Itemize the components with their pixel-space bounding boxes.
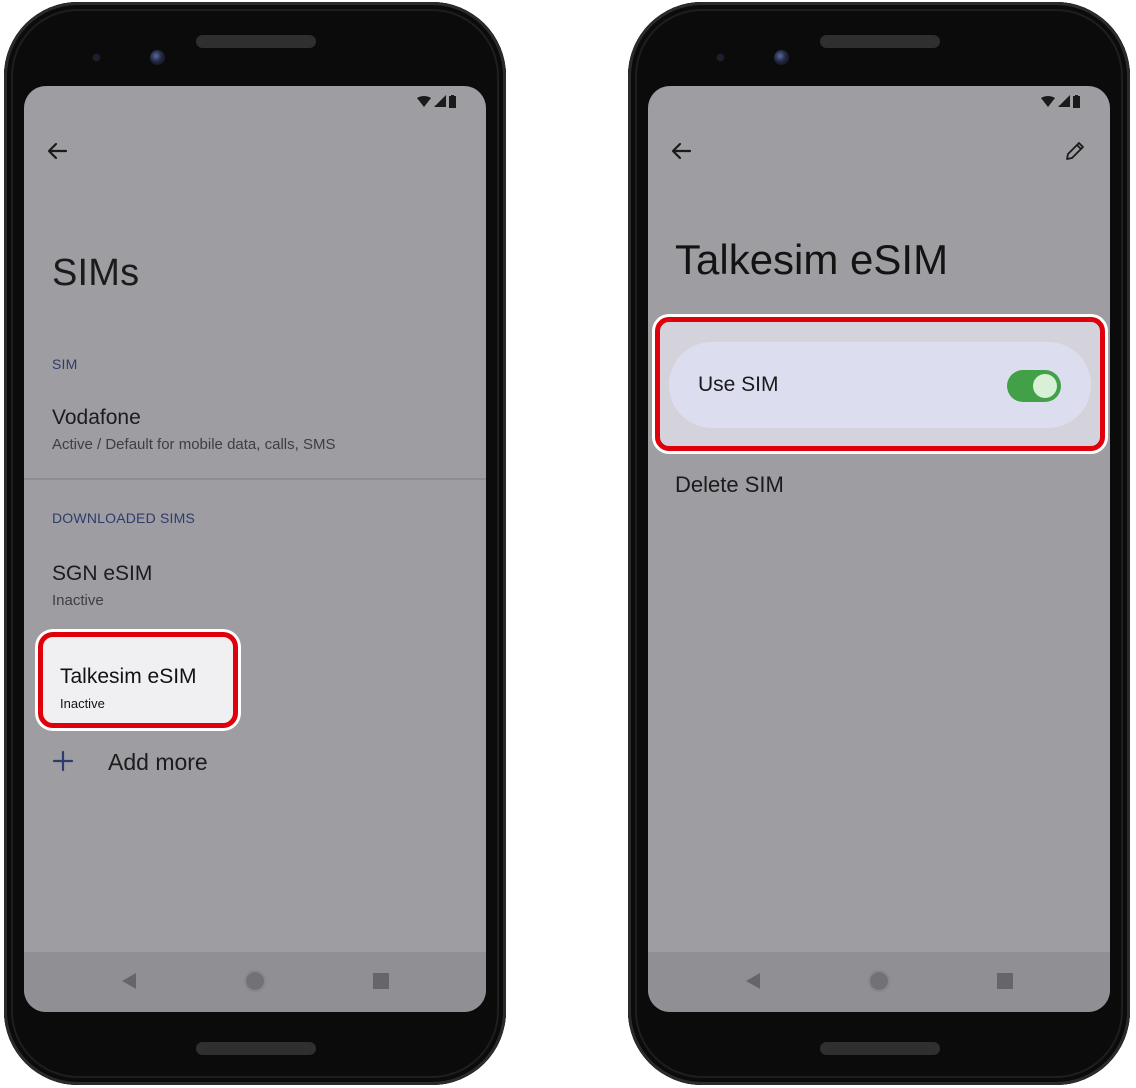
page-title: Talkesim eSIM [675, 236, 949, 283]
bottom-speaker [820, 1042, 940, 1055]
sim-item-status: Inactive [52, 592, 104, 609]
toggle-knob [1033, 374, 1057, 398]
nav-recents-icon[interactable] [997, 973, 1013, 989]
sim-item-vodafone[interactable]: Vodafone Active / Default for mobile dat… [52, 406, 335, 453]
nav-home-icon[interactable] [868, 970, 890, 992]
sim-item-title: SGN eSIM [52, 562, 153, 585]
front-camera [150, 50, 165, 65]
pencil-icon[interactable] [1064, 140, 1086, 162]
earpiece-speaker [820, 35, 940, 48]
nav-back-icon[interactable] [120, 972, 138, 990]
signal-icon [1058, 95, 1070, 107]
delete-sim-button[interactable]: Delete SIM [675, 472, 784, 498]
use-sim-highlight: Use SIM [655, 317, 1105, 451]
sim-item-status: Active / Default for mobile data, calls,… [52, 436, 336, 453]
section-header-sim: SIM [52, 356, 78, 372]
screen-sim-detail: Talkesim eSIM Use SIM Delete SIM [648, 86, 1110, 1012]
add-more-button[interactable]: Add more [52, 746, 252, 780]
nav-back-icon[interactable] [744, 972, 762, 990]
add-more-label: Add more [108, 749, 208, 775]
signal-icon [434, 95, 446, 107]
sim-item-sgn-esim[interactable]: SGN eSIM Inactive [52, 562, 152, 609]
phone-left: SIMs SIM Vodafone Active / Default for m… [4, 2, 506, 1085]
use-sim-label: Use SIM [698, 373, 779, 396]
front-sensor [93, 54, 100, 61]
plus-icon [52, 750, 74, 772]
front-camera [774, 50, 789, 65]
section-header-downloaded: DOWNLOADED SIMS [52, 510, 196, 526]
sim-item-status: Inactive [60, 696, 105, 711]
divider [24, 478, 486, 480]
earpiece-speaker [196, 35, 316, 48]
use-sim-toggle[interactable] [1007, 370, 1061, 402]
status-bar-icons [417, 94, 456, 108]
battery-icon [449, 94, 456, 108]
navigation-bar [24, 952, 486, 1012]
back-arrow-icon[interactable] [670, 140, 692, 162]
battery-icon [1073, 94, 1080, 108]
nav-recents-icon[interactable] [373, 973, 389, 989]
front-sensor [717, 54, 724, 61]
nav-home-icon[interactable] [244, 970, 266, 992]
sim-item-title: Talkesim eSIM [60, 665, 197, 688]
back-arrow-icon[interactable] [46, 140, 68, 162]
page-title: SIMs [52, 252, 140, 294]
use-sim-row[interactable]: Use SIM [669, 342, 1091, 428]
wifi-icon [417, 95, 431, 107]
status-bar-icons [1041, 94, 1080, 108]
screen-sims-list: SIMs SIM Vodafone Active / Default for m… [24, 86, 486, 1012]
sim-item-title: Vodafone [52, 406, 141, 429]
wifi-icon [1041, 95, 1055, 107]
bottom-speaker [196, 1042, 316, 1055]
navigation-bar [648, 952, 1110, 1012]
sim-item-talkesim-esim[interactable]: Talkesim eSIM Inactive [38, 632, 238, 728]
phone-right: Talkesim eSIM Use SIM Delete SIM [628, 2, 1130, 1085]
